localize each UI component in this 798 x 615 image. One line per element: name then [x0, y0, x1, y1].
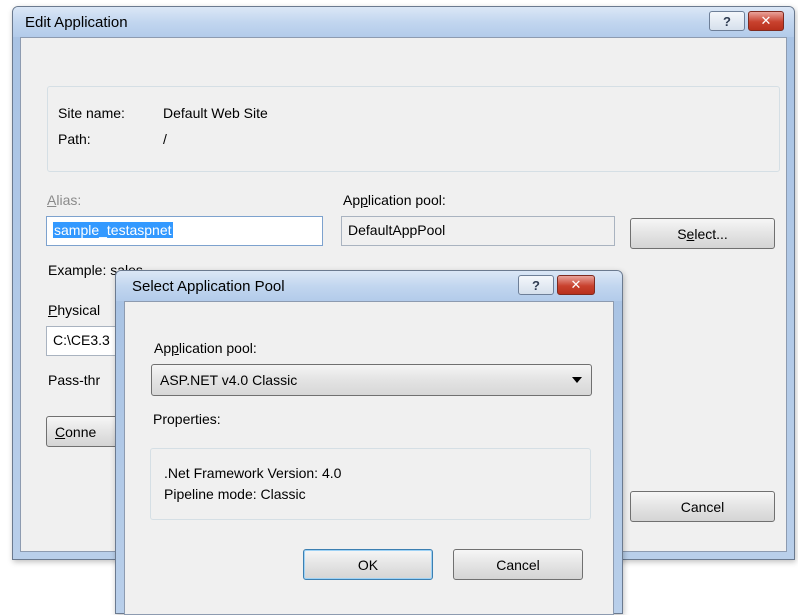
- select-button[interactable]: Se lect...: [630, 218, 775, 249]
- pipeline-mode-text: Pipeline mode: Classic: [164, 486, 306, 502]
- window-title: Edit Application: [25, 14, 128, 31]
- app-pool-dropdown-value: ASP.NET v4.0 Classic: [160, 372, 298, 388]
- app-pool-value: DefaultAppPool: [348, 222, 446, 238]
- dialog-cancel-button[interactable]: Cancel: [453, 549, 583, 580]
- properties-label: Properties:: [153, 411, 221, 427]
- app-pool-label: Application pool:: [343, 192, 446, 208]
- ok-button[interactable]: OK: [303, 549, 433, 580]
- physical-path-label: Physical: [48, 302, 101, 318]
- select-pool-titlebar[interactable]: Select Application Pool ? ✕: [116, 271, 622, 301]
- app-pool-field: DefaultAppPool: [341, 216, 615, 246]
- path-label: Path:: [58, 131, 91, 147]
- pass-through-label: Pass-thr: [48, 372, 101, 388]
- site-info-group: Site name: Default Web Site Path: /: [47, 86, 780, 172]
- main-cancel-button[interactable]: Cancel: [630, 491, 775, 522]
- alias-label: Alias:: [47, 192, 82, 208]
- dialog-app-pool-label: Application pool:: [154, 340, 257, 356]
- edit-application-titlebar[interactable]: Edit Application ? ✕: [13, 7, 794, 37]
- alias-input[interactable]: sample_testaspnet: [46, 216, 323, 246]
- framework-version-text: .Net Framework Version: 4.0: [164, 465, 342, 481]
- dialog-title: Select Application Pool: [132, 278, 285, 295]
- properties-group: .Net Framework Version: 4.0 Pipeline mod…: [150, 448, 591, 520]
- path-value: /: [163, 131, 167, 147]
- select-application-pool-dialog: Select Application Pool ? ✕ Application …: [115, 270, 623, 615]
- select-pool-client: Application pool: ASP.NET v4.0 Classic P…: [124, 301, 614, 615]
- physical-path-value: C:\CE3.3: [53, 332, 110, 348]
- site-name-value: Default Web Site: [163, 105, 268, 121]
- alias-input-value: sample_testaspnet: [53, 222, 173, 238]
- dialog-help-icon[interactable]: ?: [518, 275, 554, 295]
- app-pool-dropdown[interactable]: ASP.NET v4.0 Classic: [151, 364, 592, 396]
- help-icon[interactable]: ?: [709, 11, 745, 31]
- site-name-label: Site name:: [58, 105, 125, 121]
- chevron-down-icon: [572, 377, 582, 383]
- dialog-close-icon[interactable]: ✕: [557, 275, 595, 295]
- close-icon[interactable]: ✕: [748, 11, 784, 31]
